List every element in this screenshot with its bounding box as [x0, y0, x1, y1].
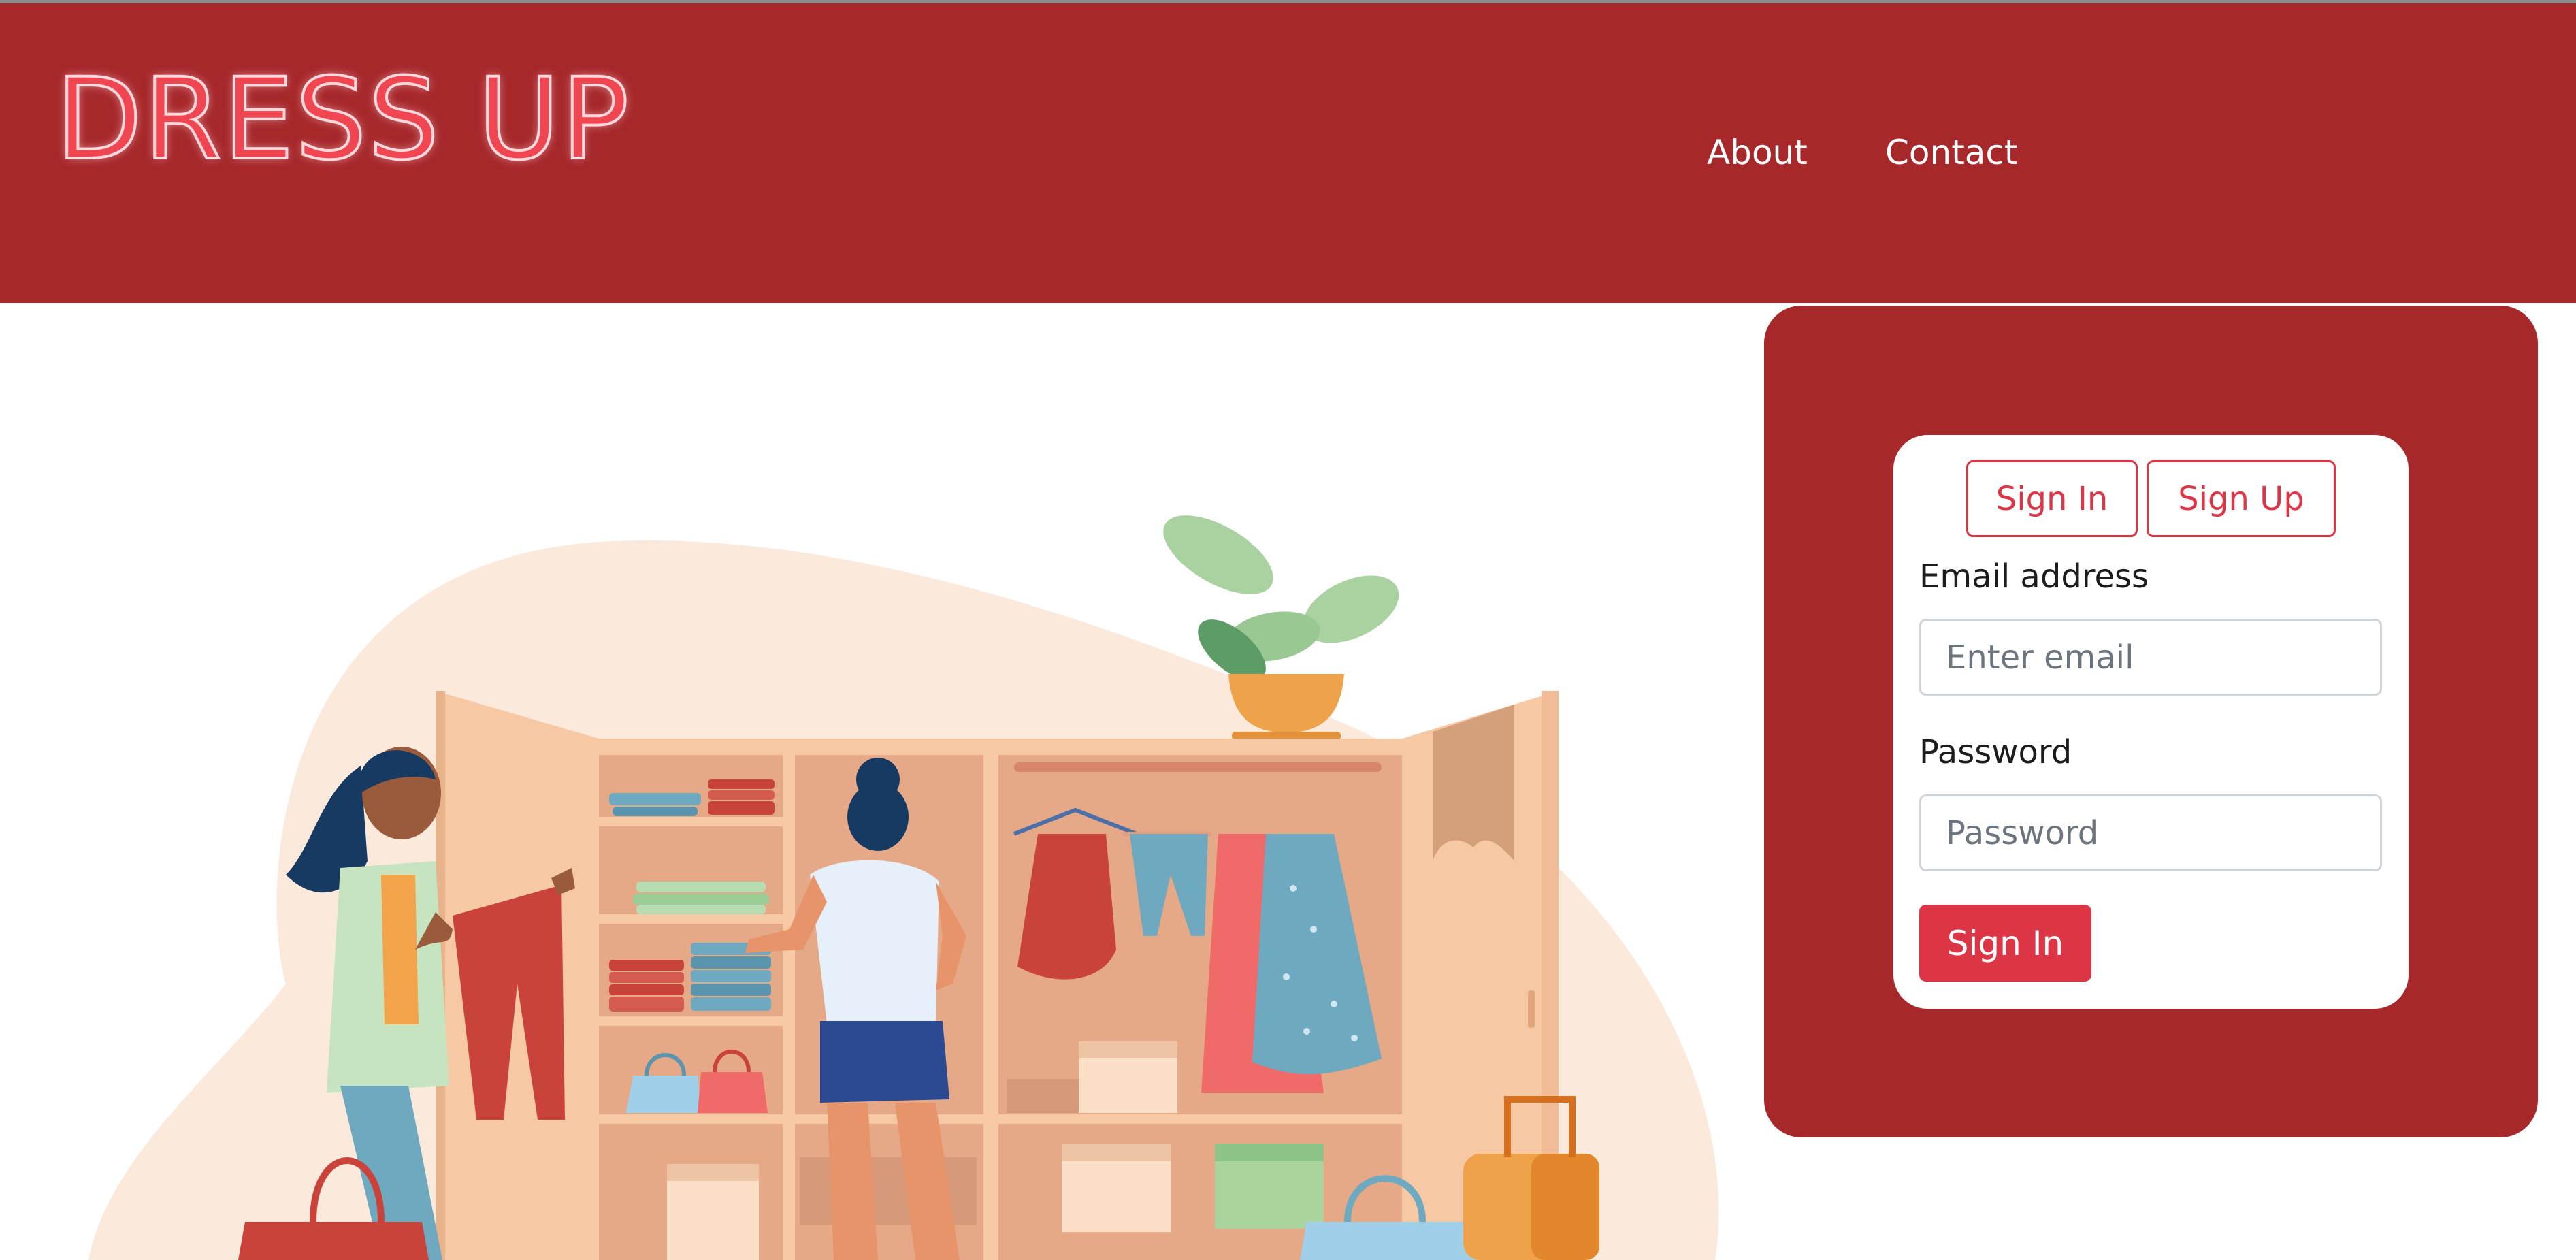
- tab-sign-up[interactable]: Sign Up: [2147, 460, 2336, 537]
- email-input[interactable]: [1919, 619, 2382, 696]
- sign-in-submit-button[interactable]: Sign In: [1919, 905, 2091, 982]
- tab-sign-in[interactable]: Sign In: [1966, 460, 2138, 537]
- nav-contact-link[interactable]: Contact: [1885, 133, 2018, 172]
- site-header: DRESS UP About Contact: [0, 3, 2576, 303]
- brand-logo[interactable]: DRESS UP: [54, 62, 630, 177]
- email-label: Email address: [1919, 558, 2149, 596]
- folded-clothes: [609, 779, 775, 1012]
- password-label: Password: [1919, 733, 2072, 771]
- sign-in-card: Sign In Sign Up Email address Password S…: [1893, 435, 2409, 1009]
- auth-panel: Sign In Sign Up Email address Password S…: [1764, 306, 2538, 1137]
- nav-about-link[interactable]: About: [1707, 133, 1808, 172]
- password-input[interactable]: [1919, 794, 2382, 871]
- wardrobe-illustration: [88, 515, 1719, 1260]
